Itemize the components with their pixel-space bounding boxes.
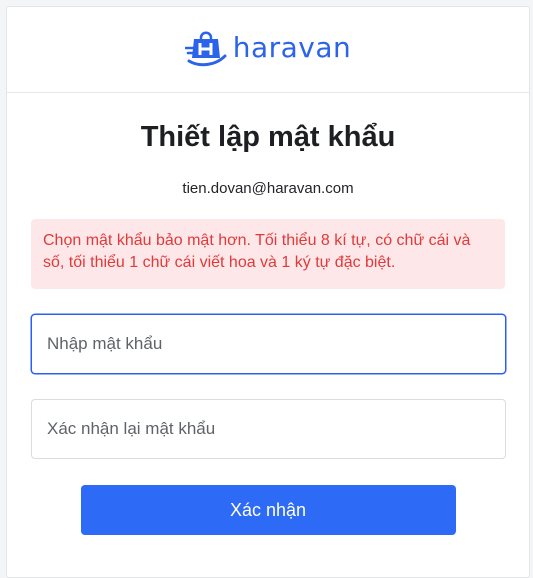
confirm-password-input[interactable] <box>31 399 506 459</box>
haravan-logo: haravan <box>184 28 352 68</box>
page-title: Thiết lập mật khẩu <box>140 121 396 153</box>
password-setup-card: haravan Thiết lập mật khẩu tien.dovan@ha… <box>6 6 530 578</box>
form-content: Thiết lập mật khẩu tien.dovan@haravan.co… <box>7 120 529 535</box>
password-requirements-alert: Chọn mật khẩu bảo mật hơn. Tối thiểu 8 k… <box>31 219 505 289</box>
card-header: haravan <box>7 7 529 93</box>
account-email: tien.dovan@haravan.com <box>182 180 354 197</box>
password-input[interactable] <box>31 314 506 374</box>
brand-name: haravan <box>232 30 352 64</box>
shopping-bag-h-icon <box>184 30 227 66</box>
confirm-button[interactable]: Xác nhận <box>80 485 456 535</box>
